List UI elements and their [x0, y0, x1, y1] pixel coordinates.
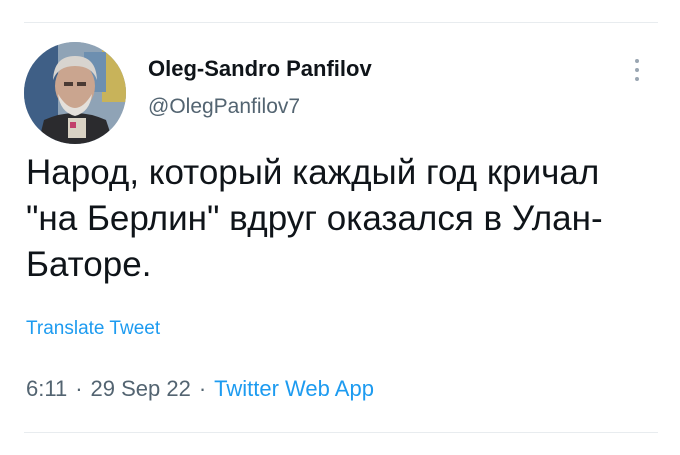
avatar[interactable]	[24, 42, 126, 144]
divider	[24, 22, 658, 23]
tweet-time[interactable]: 6:11	[26, 376, 67, 401]
author-handle[interactable]: @OlegPanfilov7	[148, 95, 300, 119]
tweet-metadata: 6:11 · 29 Sep 22 · Twitter Web App	[26, 376, 374, 402]
avatar-image	[24, 42, 126, 144]
tweet-date[interactable]: 29 Sep 22	[91, 376, 191, 401]
tweet-card: Oleg-Sandro Panfilov @OlegPanfilov7 Наро…	[0, 0, 680, 455]
translate-tweet-link[interactable]: Translate Tweet	[26, 318, 160, 340]
meta-separator: ·	[75, 376, 83, 401]
tweet-text: Народ, который каждый год кричал "на Бер…	[26, 153, 603, 284]
divider	[24, 432, 658, 433]
meta-separator: ·	[198, 376, 207, 401]
tweet-source-link[interactable]: Twitter Web App	[214, 376, 374, 401]
author-name[interactable]: Oleg-Sandro Panfilov	[148, 56, 372, 82]
more-vertical-icon[interactable]	[630, 57, 644, 83]
